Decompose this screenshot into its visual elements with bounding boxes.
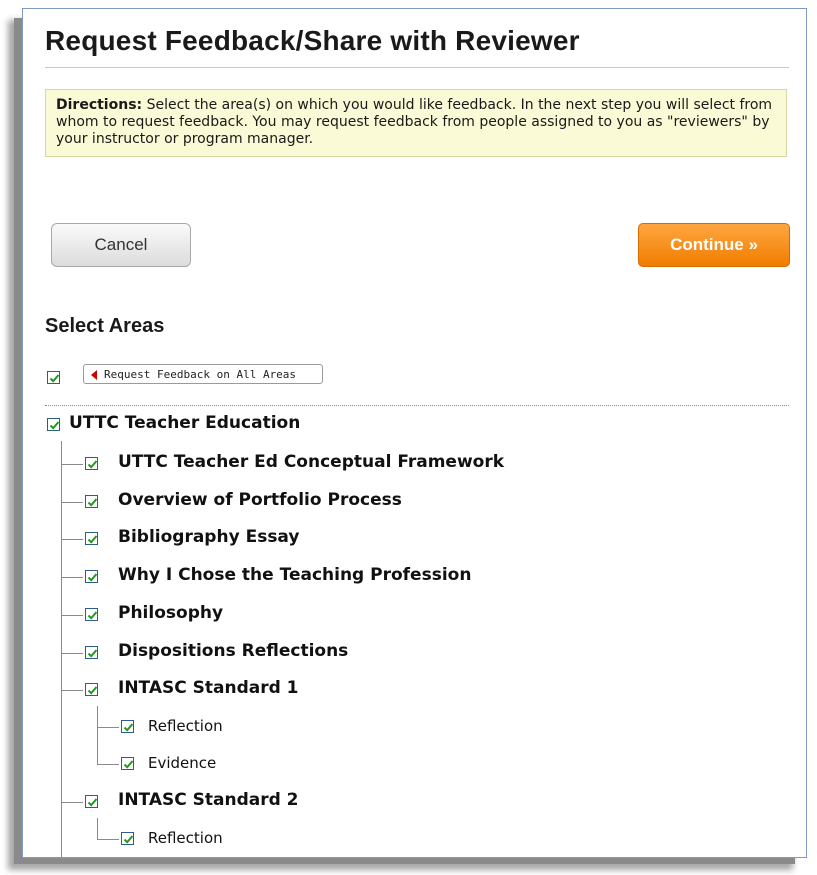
- sub-area-label: Reflection: [148, 828, 223, 847]
- area-item-label: Philosophy: [118, 602, 224, 623]
- tree-branch-line: [61, 501, 83, 503]
- sub-area-label: Reflection: [148, 717, 223, 736]
- checkmark-icon: [87, 498, 98, 507]
- checkmark-icon: [123, 835, 134, 844]
- tree-branch-line: [97, 764, 119, 766]
- request-all-label: Request Feedback on All Areas: [104, 367, 297, 381]
- area-item-label: INTASC Standard 2: [118, 789, 299, 810]
- tree-connector-line: [61, 441, 62, 857]
- tree-branch-line: [61, 577, 83, 579]
- area-item-label: Dispositions Reflections: [118, 640, 349, 661]
- sub-area-checkbox[interactable]: [121, 720, 134, 734]
- request-all-button[interactable]: Request Feedback on All Areas: [83, 364, 323, 384]
- area-checkbox[interactable]: [85, 570, 98, 584]
- request-all-checkbox[interactable]: [47, 371, 60, 384]
- checkmark-icon: [87, 460, 98, 469]
- subtree-connector-line: [97, 706, 98, 765]
- area-checkbox[interactable]: [85, 794, 98, 808]
- area-checkbox[interactable]: [85, 532, 98, 546]
- checkmark-icon: [123, 760, 134, 769]
- feedback-dialog: Request Feedback/Share with Reviewer Dir…: [22, 8, 807, 858]
- tree-branch-line: [61, 539, 83, 541]
- area-checkbox[interactable]: [85, 457, 98, 470]
- checkmark-icon: [123, 723, 134, 732]
- area-item-label: INTASC Standard 1: [118, 678, 299, 699]
- checkmark-icon: [49, 374, 60, 383]
- area-item-label: Bibliography Essay: [118, 527, 300, 548]
- cancel-button[interactable]: Cancel: [51, 223, 191, 267]
- tree-branch-line: [61, 652, 83, 654]
- left-arrow-icon: [91, 370, 97, 380]
- tree-branch-line: [97, 838, 119, 840]
- checkmark-icon: [49, 421, 60, 430]
- sub-area-label: Evidence: [148, 754, 217, 773]
- directions-text: Select the area(s) on which you would li…: [56, 97, 773, 147]
- area-checkbox[interactable]: [85, 494, 98, 508]
- checkmark-icon: [87, 798, 98, 807]
- checkmark-icon: [87, 686, 98, 695]
- root-checkbox[interactable]: [47, 418, 60, 431]
- tree-branch-line: [61, 464, 83, 465]
- directions-box: Directions: Select the area(s) on which …: [45, 89, 787, 157]
- tree-branch-line: [97, 727, 119, 729]
- area-item-label: Overview of Portfolio Process: [118, 489, 402, 510]
- directions-label: Directions:: [56, 97, 143, 113]
- area-item-label: UTTC Teacher Ed Conceptual Framework: [118, 452, 505, 472]
- tree-branch-line: [61, 614, 83, 616]
- checkmark-icon: [87, 648, 98, 658]
- tree-branch-line: [61, 690, 83, 692]
- tree-branch-line: [61, 801, 83, 803]
- sub-area-checkbox[interactable]: [121, 831, 134, 845]
- subtree-connector-line: [97, 817, 98, 839]
- area-checkbox[interactable]: [85, 645, 98, 659]
- continue-button[interactable]: Continue »: [638, 223, 790, 267]
- area-checkbox[interactable]: [85, 607, 98, 621]
- checkmark-icon: [87, 535, 98, 545]
- select-areas-heading: Select Areas: [45, 315, 165, 337]
- checkmark-icon: [87, 611, 98, 620]
- section-divider: [45, 405, 789, 406]
- area-checkbox[interactable]: [85, 683, 98, 697]
- page-title: Request Feedback/Share with Reviewer: [45, 25, 789, 68]
- tree-root-label: UTTC Teacher Education: [69, 413, 301, 433]
- area-item-label: Why I Chose the Teaching Profession: [118, 565, 472, 586]
- sub-area-checkbox[interactable]: [121, 757, 134, 771]
- checkmark-icon: [87, 573, 98, 582]
